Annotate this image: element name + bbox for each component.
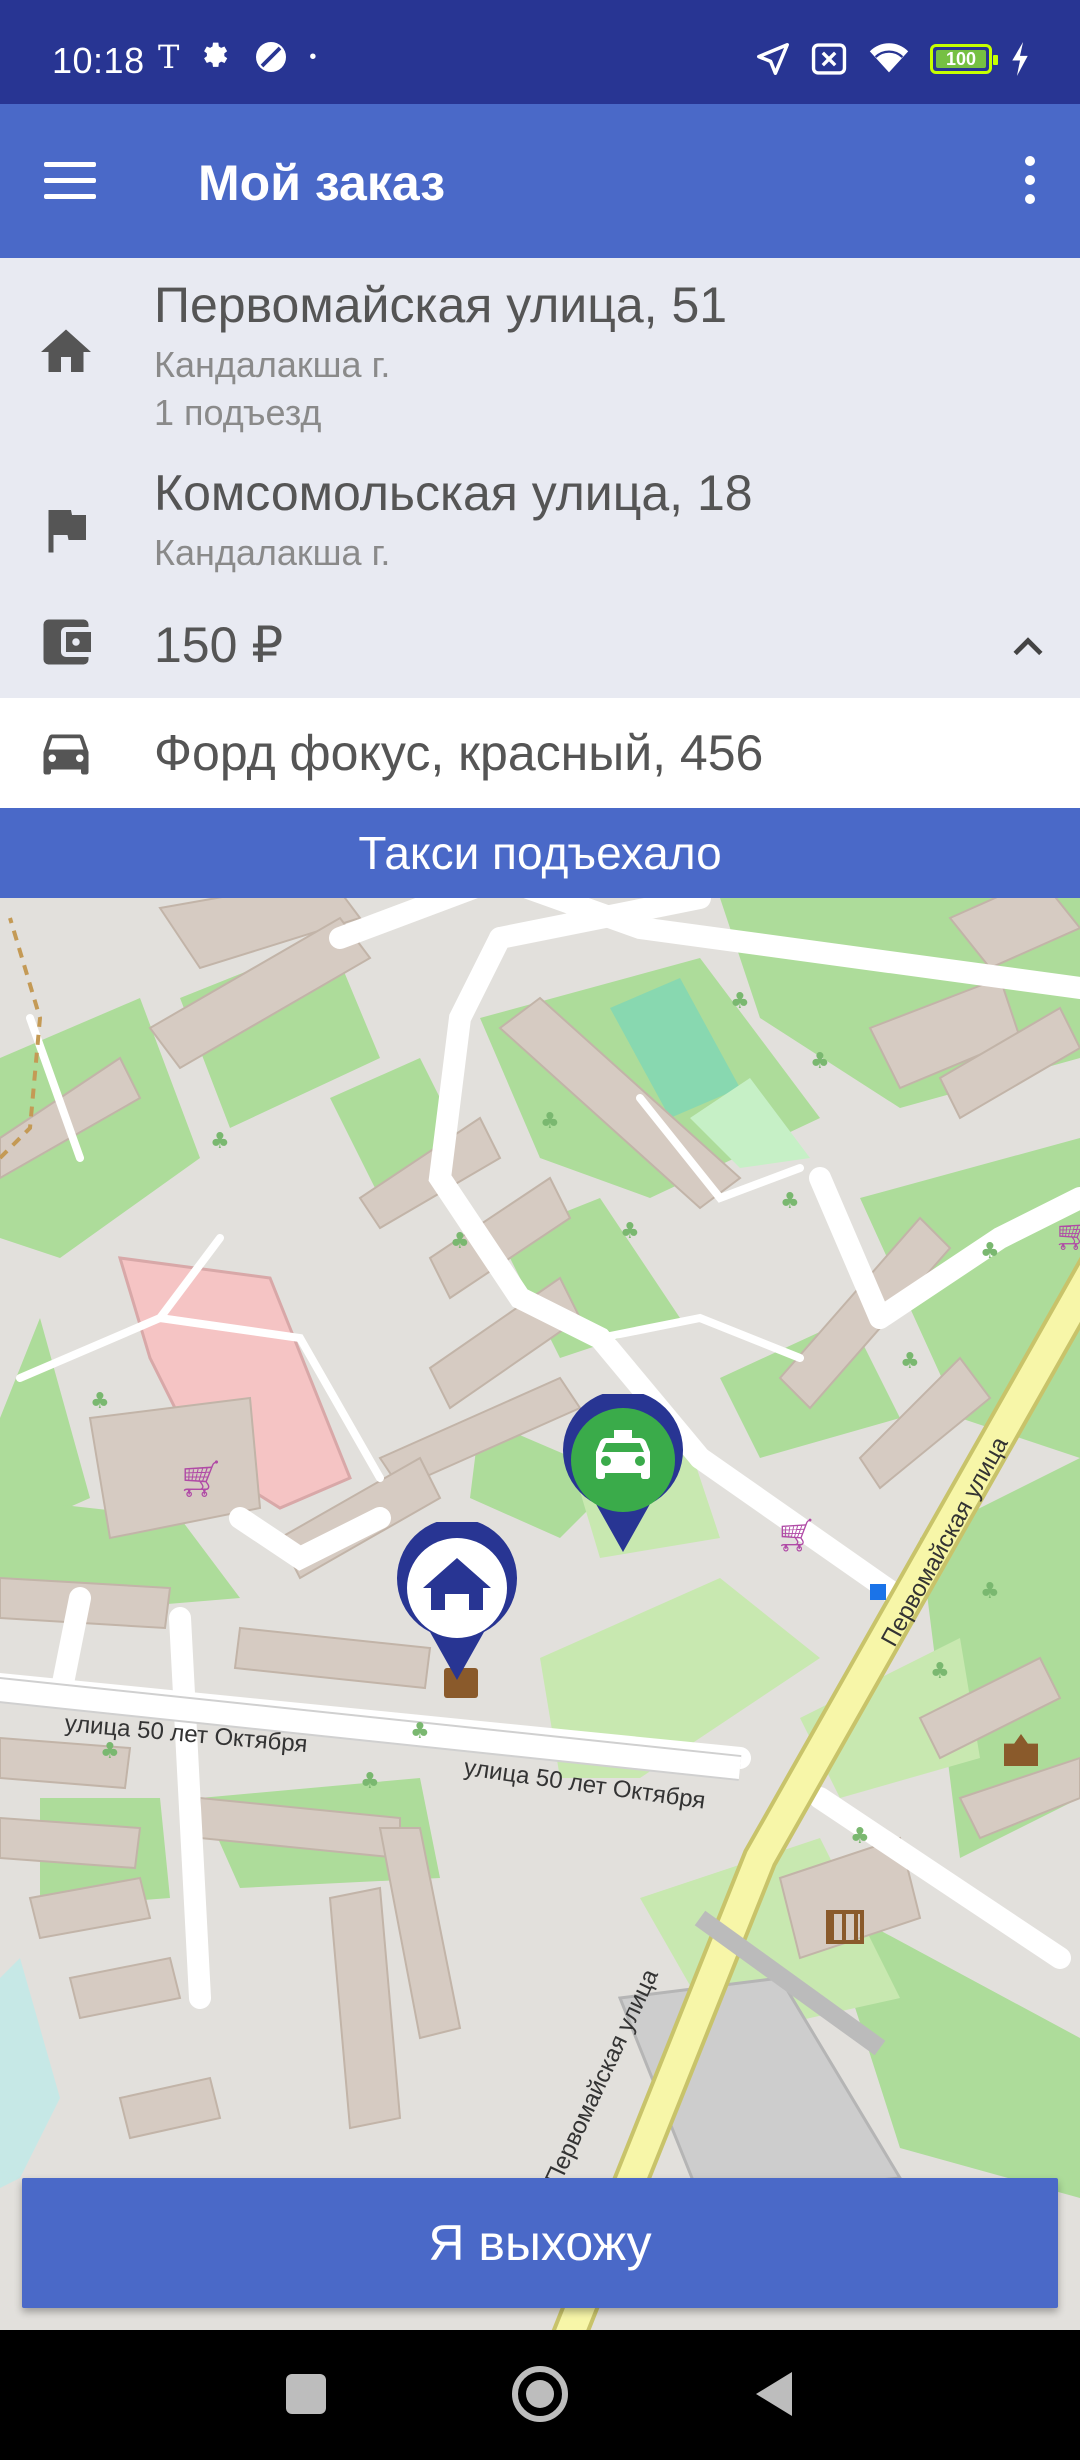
destination-address: Комсомольская улица, 18 (154, 465, 753, 521)
page-title: Мой заказ (198, 155, 446, 211)
price-row[interactable]: 150 ₽ (0, 598, 1080, 698)
home-nav-icon[interactable] (512, 2366, 568, 2422)
svg-text:♣: ♣ (360, 1769, 380, 1794)
system-nav-bar (0, 2330, 1080, 2460)
charging-icon (1012, 42, 1028, 76)
pickup-entrance: 1 подъезд (154, 392, 322, 433)
moon-icon (256, 42, 287, 72)
status-left-icons: T • (158, 38, 316, 76)
more-vert-icon[interactable] (1010, 150, 1050, 210)
svg-text:♣: ♣ (100, 1739, 120, 1764)
taxi-marker-icon[interactable] (556, 1394, 690, 1554)
hamburger-icon[interactable] (44, 154, 108, 208)
im-coming-out-button[interactable]: Я выхожу (22, 2178, 1058, 2308)
price-value: 150 ₽ (154, 617, 284, 673)
back-icon[interactable] (756, 2372, 792, 2416)
home-marker-icon[interactable] (390, 1522, 524, 1682)
destination-row[interactable]: Комсомольская улица, 18 Кандалакша г. (0, 440, 1080, 573)
recents-icon[interactable] (286, 2374, 326, 2414)
svg-text:♣: ♣ (980, 1579, 1000, 1604)
shop-icon: 🛒︎ (178, 1458, 224, 1499)
chevron-up-icon[interactable] (1006, 626, 1050, 670)
car-description: Форд фокус, красный, 456 (154, 725, 764, 781)
svg-text:♣: ♣ (210, 1129, 230, 1154)
svg-text:♣: ♣ (410, 1719, 430, 1744)
svg-text:♣: ♣ (810, 1049, 830, 1074)
wifi-icon (869, 43, 909, 73)
pickup-city: Кандалакша г. (154, 344, 391, 385)
sim-off-icon (811, 43, 847, 75)
battery-level: 100 (945, 48, 977, 69)
carrier-t-icon: T (158, 38, 180, 76)
svg-text:♣: ♣ (90, 1389, 110, 1414)
svg-text:♣: ♣ (780, 1189, 800, 1214)
home-icon (41, 329, 91, 372)
svg-text:♣: ♣ (980, 1239, 1000, 1264)
shop-icon: 🛒︎ (776, 1517, 817, 1553)
status-right-icons: 100 (754, 40, 1030, 78)
gear-icon (204, 42, 228, 67)
status-bar: 10:18 T • 100 (0, 0, 1080, 104)
svg-text:♣: ♣ (930, 1659, 950, 1684)
map-view[interactable]: ♣ ♣ ♣ ♣ ♣ ♣ ♣ ♣ ♣ ♣ ♣ ♣ ♣ ♣ ♣ ♣ улица 50 лет Окт… (0, 898, 1080, 2330)
car-row: Форд фокус, красный, 456 (0, 698, 1080, 808)
order-details-panel: Первомайская улица, 51 Кандалакша г. 1 п… (0, 258, 1080, 698)
battery-icon: 100 (930, 44, 998, 74)
cinema-icon (826, 1910, 864, 1944)
shop-icon: 🛒︎ (1054, 1219, 1080, 1252)
destination-city: Кандалакша г. (154, 532, 391, 573)
svg-text:♣: ♣ (850, 1824, 870, 1849)
car-icon (43, 734, 89, 775)
bus-stop-icon (870, 1584, 886, 1600)
app-bar: Мой заказ (0, 104, 1080, 258)
status-time: 10:18 (52, 40, 145, 81)
flag-icon (48, 510, 86, 553)
svg-text:♣: ♣ (900, 1349, 920, 1374)
svg-text:♣: ♣ (730, 989, 750, 1014)
svg-text:♣: ♣ (620, 1219, 640, 1244)
pickup-row[interactable]: Первомайская улица, 51 Кандалакша г. 1 п… (0, 258, 1080, 440)
taxi-arrived-banner: Такси подъехало (0, 808, 1080, 898)
wallet-icon (43, 619, 91, 665)
pickup-address: Первомайская улица, 51 (154, 277, 728, 333)
svg-text:♣: ♣ (540, 1109, 560, 1134)
dot-icon: • (309, 45, 317, 68)
location-arrow-icon (757, 43, 789, 75)
svg-text:♣: ♣ (450, 1229, 470, 1254)
